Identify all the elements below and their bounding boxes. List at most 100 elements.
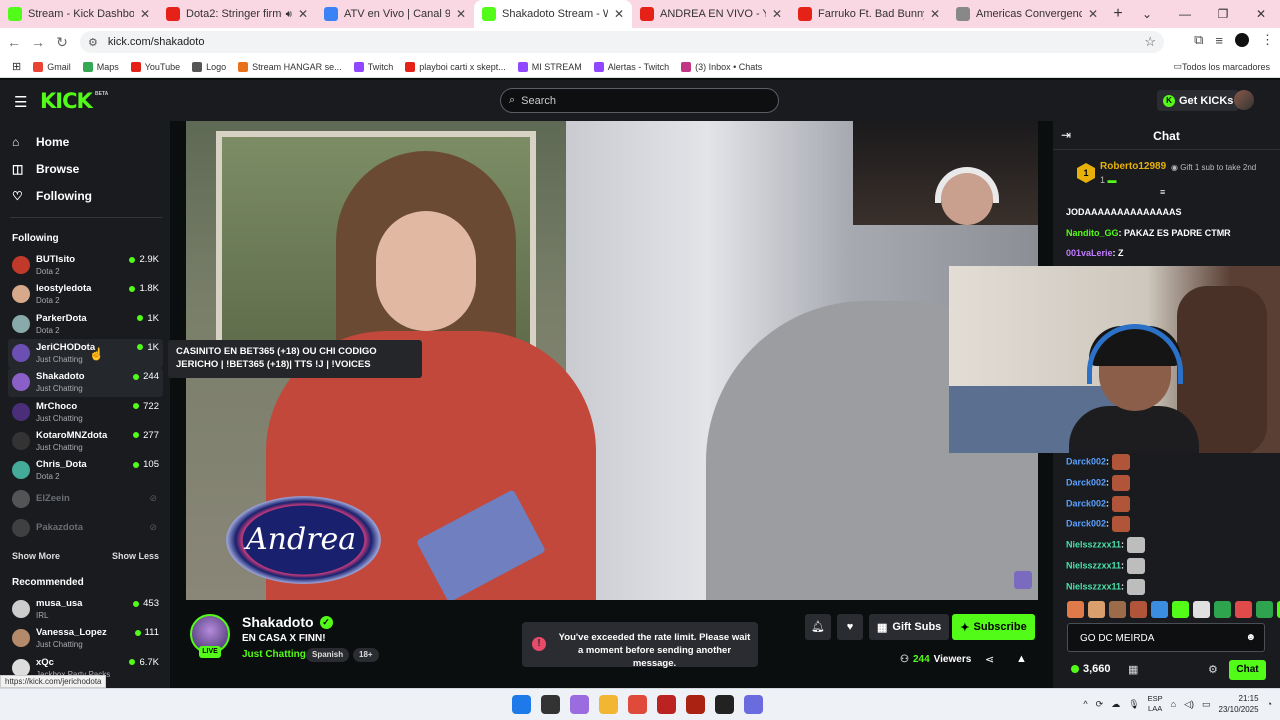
taskbar-app-icon[interactable] — [744, 695, 763, 714]
browser-tab[interactable]: Farruko Ft. Bad Bunny & Lary O ✕ — [790, 0, 948, 28]
show-less-button[interactable]: Show Less — [112, 551, 159, 561]
chat-username[interactable]: Darck002 — [1066, 498, 1106, 508]
user-avatar[interactable] — [1234, 90, 1254, 110]
expand-leaderboard-icon[interactable]: ≡ — [1160, 187, 1165, 197]
all-bookmarks[interactable]: ▭ Todos los marcadores — [1173, 61, 1270, 72]
input-language[interactable]: ESP LAA — [1148, 694, 1163, 714]
chat-username[interactable]: Nielsszzxx11 — [1066, 581, 1121, 591]
bookmark-item[interactable]: playboi carti x skept... — [405, 61, 506, 72]
menu-icon[interactable]: ⋮ — [1261, 32, 1274, 48]
bookmark-item[interactable]: Alertas - Twitch — [593, 61, 669, 72]
emote-button[interactable] — [1172, 601, 1189, 618]
follow-heart-button[interactable]: ♥ — [837, 614, 863, 640]
sidebar-channel[interactable]: Chris_Dota Dota 2 105 — [8, 456, 163, 485]
bookmark-item[interactable]: Stream HANGAR se... — [238, 61, 342, 72]
sidebar-channel[interactable]: BUTIsito Dota 2 2.9K — [8, 251, 163, 280]
taskbar-app-icon[interactable] — [541, 695, 560, 714]
bookmark-item[interactable]: Logo — [192, 61, 226, 72]
emote-button[interactable] — [1214, 601, 1231, 618]
notifications-icon[interactable]: ◔ — [1267, 699, 1272, 709]
emoji-picker-icon[interactable]: ☻ — [1245, 632, 1256, 643]
bookmark-item[interactable]: YouTube — [130, 61, 180, 72]
clock[interactable]: 21:15 23/10/2025 — [1219, 693, 1259, 715]
emote-button[interactable] — [1193, 601, 1210, 618]
search-input[interactable]: ⌕ Search — [500, 88, 779, 113]
emote-button[interactable] — [1109, 601, 1126, 618]
site-info-icon[interactable]: ⚙ — [88, 36, 98, 49]
tab-close-icon[interactable]: ✕ — [1088, 7, 1098, 21]
taskbar-app-icon[interactable] — [657, 695, 676, 714]
tag-language[interactable]: Spanish — [306, 648, 350, 662]
emote-button[interactable] — [1235, 601, 1252, 618]
network-icon[interactable]: ⌂ — [1171, 699, 1176, 709]
nav-following[interactable]: ♡ Following — [12, 189, 92, 203]
channel-points[interactable]: 3,660 — [1071, 663, 1111, 675]
tab-close-icon[interactable]: ✕ — [140, 7, 150, 21]
sidebar-channel-offline[interactable]: ElZeein ⊘ — [8, 485, 163, 514]
gift-subs-button[interactable]: ▦ Gift Subs — [869, 614, 950, 640]
tab-close-icon[interactable]: ✕ — [614, 7, 624, 21]
gift-box-icon[interactable]: ▦ — [1128, 663, 1138, 676]
emote-button[interactable] — [1130, 601, 1147, 618]
chat-username[interactable]: Nielsszzxx11 — [1066, 540, 1121, 550]
stream-category[interactable]: Just Chatting — [242, 649, 306, 660]
cloud-icon[interactable]: ☁ — [1111, 699, 1120, 710]
sidebar-channel[interactable]: Shakadoto Just Chatting 244 — [8, 368, 163, 398]
taskbar-app-icon[interactable] — [599, 695, 618, 714]
bookmark-star-icon[interactable]: ☆ — [1144, 34, 1156, 50]
browser-tab[interactable]: Americas Convergence Series 2 ✕ — [948, 0, 1106, 28]
extensions-icon[interactable]: ⧉ — [1194, 32, 1203, 48]
hamburger-menu-icon[interactable]: ☰ — [14, 93, 27, 111]
emote-button[interactable] — [1067, 601, 1084, 618]
sidebar-channel[interactable]: Vanessa_Lopez Just Chatting 111 — [8, 624, 163, 653]
report-icon[interactable]: ▲ — [1016, 653, 1027, 665]
reload-icon[interactable]: ↻ — [50, 34, 74, 51]
kick-logo[interactable]: KICK — [40, 89, 93, 113]
emote-button[interactable] — [1256, 601, 1273, 618]
tray-app-icon[interactable]: ⟳ — [1096, 699, 1104, 710]
tab-audio-icon[interactable]: 🔊︎ — [286, 9, 292, 20]
tab-close-icon[interactable]: ✕ — [772, 7, 782, 21]
battery-icon[interactable]: ▭ — [1202, 699, 1211, 710]
sidebar-channel[interactable]: ParkerDota Dota 2 1K — [8, 310, 163, 339]
streamer-name[interactable]: Shakadoto ✓ — [242, 614, 333, 630]
sidebar-channel[interactable]: KotaroMNZdota Just Chatting 277 — [8, 427, 163, 456]
nav-browse[interactable]: ◫ Browse — [12, 162, 79, 176]
emote-button[interactable] — [1088, 601, 1105, 618]
microphone-icon[interactable]: 🎙︎ — [1128, 699, 1139, 710]
back-icon[interactable]: ← — [2, 34, 26, 50]
sidebar-channel-offline[interactable]: Pakazdota ⊘ — [8, 514, 163, 543]
chat-username[interactable]: Nielsszzxx11 — [1066, 560, 1121, 570]
maximize-icon[interactable]: ❐ — [1204, 7, 1242, 21]
tab-close-icon[interactable]: ✕ — [298, 7, 308, 21]
sidebar-channel[interactable]: musa_usa IRL 453 — [8, 595, 163, 624]
bookmark-item[interactable]: Twitch — [353, 61, 393, 72]
chat-username[interactable]: Nandito_GG — [1066, 228, 1119, 238]
tag-age[interactable]: 18+ — [353, 648, 379, 662]
taskbar-app-icon[interactable] — [686, 695, 705, 714]
close-window-icon[interactable]: ✕ — [1242, 7, 1280, 21]
share-icon[interactable]: ⋖ — [985, 653, 994, 666]
apps-icon[interactable]: ⊞ — [12, 60, 21, 73]
browser-tab[interactable]: Shakadoto Stream - Watch Live ✕ — [474, 0, 632, 28]
tab-search-icon[interactable]: ⌄ — [1128, 7, 1166, 21]
tray-chevron-icon[interactable]: ^ — [1083, 699, 1087, 709]
volume-icon[interactable]: ◁) — [1184, 699, 1194, 710]
forward-icon[interactable]: → — [26, 34, 50, 50]
taskbar-app-icon[interactable] — [570, 695, 589, 714]
sidebar-channel[interactable]: MrChoco Just Chatting 722 — [8, 398, 163, 427]
sidebar-channel[interactable]: leostyledota Dota 2 1.8K — [8, 280, 163, 309]
new-tab-icon[interactable]: + — [1106, 5, 1130, 23]
tab-close-icon[interactable]: ✕ — [930, 7, 940, 21]
taskbar-app-icon[interactable] — [628, 695, 647, 714]
show-more-button[interactable]: Show More — [12, 551, 60, 561]
browser-tab[interactable]: ATV en Vivo | Canal 9 - Disfruta ✕ — [316, 0, 474, 28]
notification-bell-button[interactable]: 🔔︎ — [805, 614, 831, 640]
profile-icon[interactable] — [1235, 33, 1249, 47]
minimize-icon[interactable]: — — [1166, 7, 1204, 21]
tab-close-icon[interactable]: ✕ — [456, 7, 466, 21]
bookmark-item[interactable]: Maps — [82, 61, 119, 72]
taskbar-app-icon[interactable] — [512, 695, 531, 714]
chat-input[interactable]: GO DC MEIRDA ☻ — [1067, 623, 1265, 652]
url-field[interactable]: ⚙ kick.com/shakadoto ☆ — [80, 31, 1164, 53]
